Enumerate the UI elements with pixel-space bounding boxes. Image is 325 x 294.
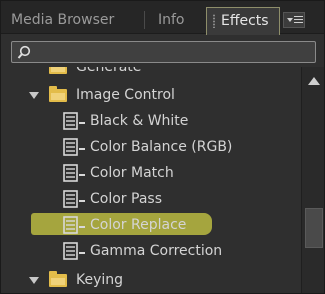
effect-item[interactable]: Color Match xyxy=(1,160,301,186)
dropdown-arrow-icon xyxy=(287,18,293,22)
video-effect-icon xyxy=(63,190,85,208)
tab-media-browser[interactable]: Media Browser xyxy=(1,7,144,34)
folder-label: Generate xyxy=(76,67,142,75)
folder-icon xyxy=(49,67,67,74)
disclosure-triangle-icon[interactable] xyxy=(29,277,39,284)
disclosure-triangle-icon[interactable] xyxy=(29,92,39,99)
folder-label: Image Control xyxy=(76,87,175,103)
effects-panel: Media Browser Info Effects Generate Imag… xyxy=(0,0,325,294)
video-effect-icon xyxy=(63,242,85,260)
effect-item[interactable]: Gamma Correction xyxy=(1,238,301,264)
folder-icon xyxy=(49,86,67,102)
video-effect-icon xyxy=(63,164,85,182)
folder-icon xyxy=(49,271,67,287)
scroll-up-arrow-icon[interactable] xyxy=(308,77,320,85)
scroll-thumb[interactable] xyxy=(305,208,323,248)
video-effect-icon xyxy=(63,112,85,130)
effect-item[interactable]: Color Pass xyxy=(1,186,301,212)
tab-effects-label: Effects xyxy=(221,13,269,29)
tab-effects[interactable]: Effects xyxy=(206,7,280,35)
effect-label: Black & White xyxy=(90,113,189,129)
panel-tab-bar: Media Browser Info Effects xyxy=(1,1,324,35)
vertical-scrollbar[interactable] xyxy=(301,67,324,293)
search-field[interactable] xyxy=(11,41,316,63)
effect-item-selected[interactable]: Color Replace xyxy=(1,212,301,238)
effect-item[interactable]: Color Balance (RGB) xyxy=(1,134,301,160)
search-input[interactable] xyxy=(34,44,304,60)
effect-label: Gamma Correction xyxy=(90,243,223,259)
effects-tree: Generate Image Control Black & White Col… xyxy=(1,67,301,293)
effect-label: Color Balance (RGB) xyxy=(90,139,233,155)
menu-lines-icon xyxy=(294,16,303,25)
drag-grip-icon[interactable] xyxy=(212,14,216,28)
search-icon xyxy=(17,45,31,59)
effect-label: Color Replace xyxy=(90,217,187,233)
tree-folder-image-control[interactable]: Image Control xyxy=(1,82,301,108)
panel-menu-button[interactable] xyxy=(283,12,305,28)
video-effect-icon xyxy=(63,216,85,234)
effect-label: Color Pass xyxy=(90,191,162,207)
tab-info[interactable]: Info xyxy=(144,7,206,34)
folder-label: Keying xyxy=(76,272,124,288)
video-effect-icon xyxy=(63,138,85,156)
tree-folder-keying[interactable]: Keying xyxy=(1,267,301,293)
effect-label: Color Match xyxy=(90,165,174,181)
tree-folder-generate[interactable]: Generate xyxy=(1,67,301,80)
effect-item[interactable]: Black & White xyxy=(1,108,301,134)
